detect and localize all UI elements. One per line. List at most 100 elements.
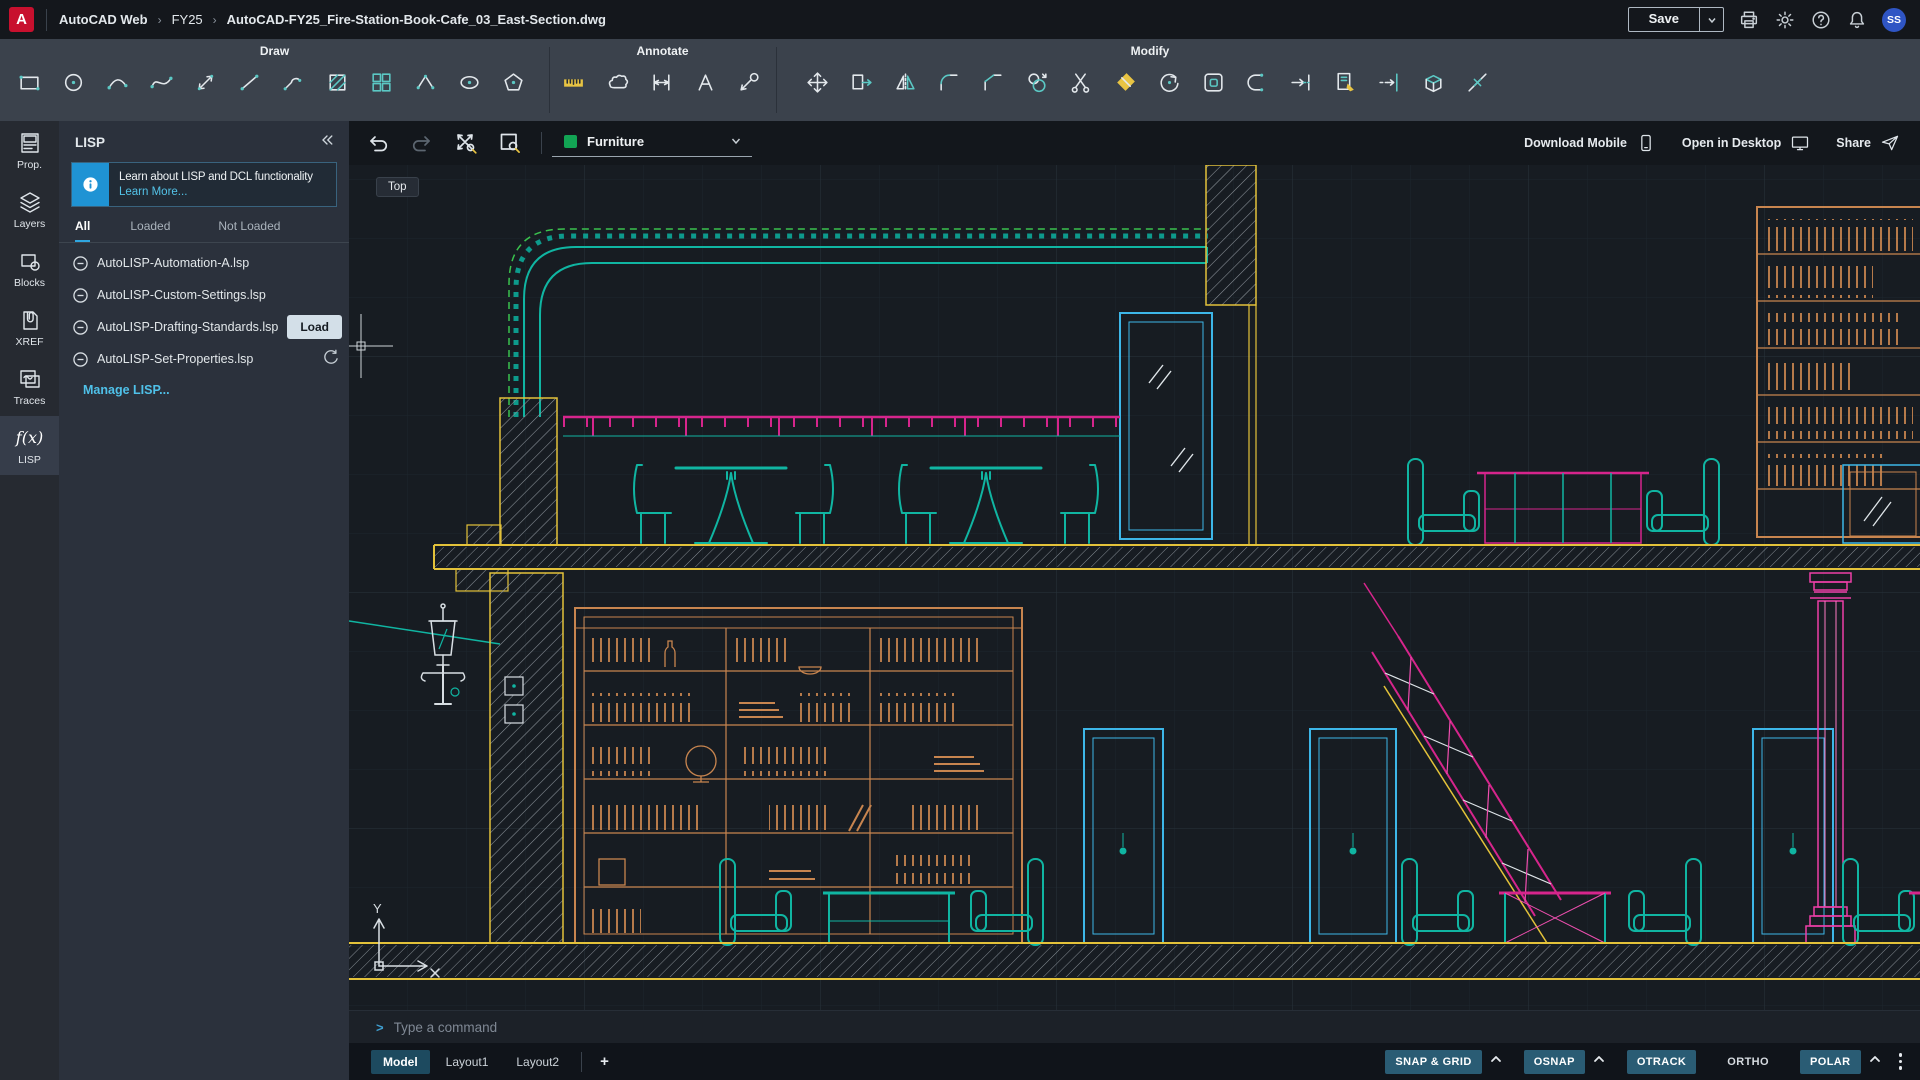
open-in-desktop-link[interactable]: Open in Desktop: [1682, 133, 1810, 153]
minus-circle-icon: [73, 352, 88, 367]
rectangle-icon[interactable]: [12, 65, 47, 100]
svg-text:Y: Y: [373, 901, 382, 916]
osnap-toggle[interactable]: OSNAP: [1524, 1050, 1585, 1074]
text-icon[interactable]: [688, 65, 723, 100]
minus-circle-icon: [73, 320, 88, 335]
ribbon-group-label: Modify: [790, 39, 1510, 58]
hatch-icon[interactable]: [320, 65, 355, 100]
linear-dimension-icon[interactable]: [644, 65, 679, 100]
redo-icon[interactable]: [407, 128, 437, 158]
autocad-logo[interactable]: A: [9, 7, 34, 32]
explode-icon[interactable]: [1416, 65, 1451, 100]
save-button[interactable]: Save: [1629, 8, 1699, 31]
save-dropdown-button[interactable]: [1699, 8, 1723, 31]
sidebar-item-traces[interactable]: Traces: [0, 357, 59, 416]
join-icon[interactable]: [1240, 65, 1275, 100]
rotate-icon[interactable]: [1152, 65, 1187, 100]
collapse-panel-icon[interactable]: [319, 133, 335, 152]
erase-icon[interactable]: [1108, 65, 1143, 100]
revision-cloud-icon[interactable]: [600, 65, 635, 100]
offset-icon[interactable]: [1196, 65, 1231, 100]
refresh-icon[interactable]: [323, 349, 339, 370]
settings-icon[interactable]: [1774, 9, 1796, 31]
sidebar-item-xref[interactable]: XREF: [0, 298, 59, 357]
snap-grid-toggle[interactable]: SNAP & GRID: [1385, 1050, 1481, 1074]
tab-layout1[interactable]: Layout1: [434, 1050, 501, 1074]
minus-circle-icon: [73, 288, 88, 303]
breadcrumb-home[interactable]: AutoCAD Web: [59, 12, 148, 27]
extend-icon[interactable]: [1372, 65, 1407, 100]
mirror-icon[interactable]: [888, 65, 923, 100]
cad-drawing[interactable]: Y: [349, 121, 1920, 1010]
list-item[interactable]: AutoLISP-Automation-A.lsp: [59, 247, 349, 279]
tab-not-loaded[interactable]: Not Loaded: [218, 213, 280, 242]
lengthen-icon[interactable]: [1284, 65, 1319, 100]
sidebar-item-blocks[interactable]: Blocks: [0, 239, 59, 298]
leader-icon[interactable]: [732, 65, 767, 100]
line-icon[interactable]: [232, 65, 267, 100]
sidebar-item-properties[interactable]: Prop.: [0, 121, 59, 180]
polar-toggle[interactable]: POLAR: [1800, 1050, 1861, 1074]
learn-more-link[interactable]: Learn More...: [119, 186, 313, 198]
more-options-icon[interactable]: [1889, 1053, 1909, 1070]
notifications-icon[interactable]: [1846, 9, 1868, 31]
break-icon[interactable]: [1460, 65, 1495, 100]
spline-icon[interactable]: [144, 65, 179, 100]
point-icon[interactable]: [408, 65, 443, 100]
chevron-down-icon: [730, 135, 742, 147]
zoom-window-icon[interactable]: [495, 128, 525, 158]
tab-loaded[interactable]: Loaded: [130, 213, 170, 242]
load-button[interactable]: Load: [287, 315, 342, 339]
sidebar-item-layers[interactable]: Layers: [0, 180, 59, 239]
tab-model[interactable]: Model: [371, 1050, 430, 1074]
match-properties-icon[interactable]: [1328, 65, 1363, 100]
share-link[interactable]: Share: [1836, 133, 1900, 153]
aligned-dimension-icon[interactable]: [188, 65, 223, 100]
command-input[interactable]: [394, 1020, 994, 1035]
lisp-file-name: AutoLISP-Automation-A.lsp: [97, 256, 249, 270]
measure-ruler-icon[interactable]: [556, 65, 591, 100]
chevron-right-icon: ›: [213, 13, 217, 27]
help-icon[interactable]: [1810, 9, 1832, 31]
download-mobile-link[interactable]: Download Mobile: [1524, 133, 1656, 153]
tab-all[interactable]: All: [75, 213, 90, 242]
ortho-toggle[interactable]: ORTHO: [1717, 1050, 1779, 1074]
trim-icon[interactable]: [1064, 65, 1099, 100]
info-banner: Learn about LISP and DCL functionality L…: [71, 162, 337, 207]
stretch-icon[interactable]: [844, 65, 879, 100]
list-item[interactable]: AutoLISP-Drafting-Standards.lsp Load: [59, 311, 349, 343]
fillet-icon[interactable]: [932, 65, 967, 100]
osnap-chevron-icon[interactable]: [1592, 1052, 1606, 1071]
list-item[interactable]: AutoLISP-Custom-Settings.lsp: [59, 279, 349, 311]
polar-chevron-icon[interactable]: [1868, 1052, 1882, 1071]
move-icon[interactable]: [800, 65, 835, 100]
ellipse-icon[interactable]: [452, 65, 487, 100]
circle-icon[interactable]: [56, 65, 91, 100]
polygon-icon[interactable]: [496, 65, 531, 100]
zoom-extents-icon[interactable]: [451, 128, 481, 158]
print-icon[interactable]: [1738, 9, 1760, 31]
sidebar-item-label: Traces: [14, 395, 46, 407]
avatar[interactable]: SS: [1882, 8, 1906, 32]
tab-layout2[interactable]: Layout2: [504, 1050, 571, 1074]
snap-grid-chevron-icon[interactable]: [1489, 1052, 1503, 1071]
sidebar-item-label: XREF: [15, 336, 43, 348]
otrack-toggle[interactable]: OTRACK: [1627, 1050, 1696, 1074]
insert-block-icon[interactable]: [364, 65, 399, 100]
breadcrumb-folder[interactable]: FY25: [172, 12, 203, 27]
add-layout-button[interactable]: +: [592, 1053, 617, 1070]
polyline-icon[interactable]: [276, 65, 311, 100]
chevron-right-icon: ›: [158, 13, 162, 27]
arc-icon[interactable]: [100, 65, 135, 100]
command-prompt-icon: >: [376, 1020, 384, 1035]
sidebar-item-lisp[interactable]: f(x) LISP: [0, 416, 59, 475]
chamfer-icon[interactable]: [976, 65, 1011, 100]
undo-icon[interactable]: [363, 128, 393, 158]
layer-dropdown[interactable]: Furniture: [552, 130, 752, 157]
view-orientation-button[interactable]: Top: [376, 177, 419, 197]
copy-icon[interactable]: [1020, 65, 1055, 100]
sidebar-item-label: LISP: [18, 454, 41, 466]
list-item[interactable]: AutoLISP-Set-Properties.lsp: [59, 343, 349, 375]
sidebar-item-label: Layers: [14, 218, 46, 230]
manage-lisp-link[interactable]: Manage LISP...: [59, 375, 349, 397]
